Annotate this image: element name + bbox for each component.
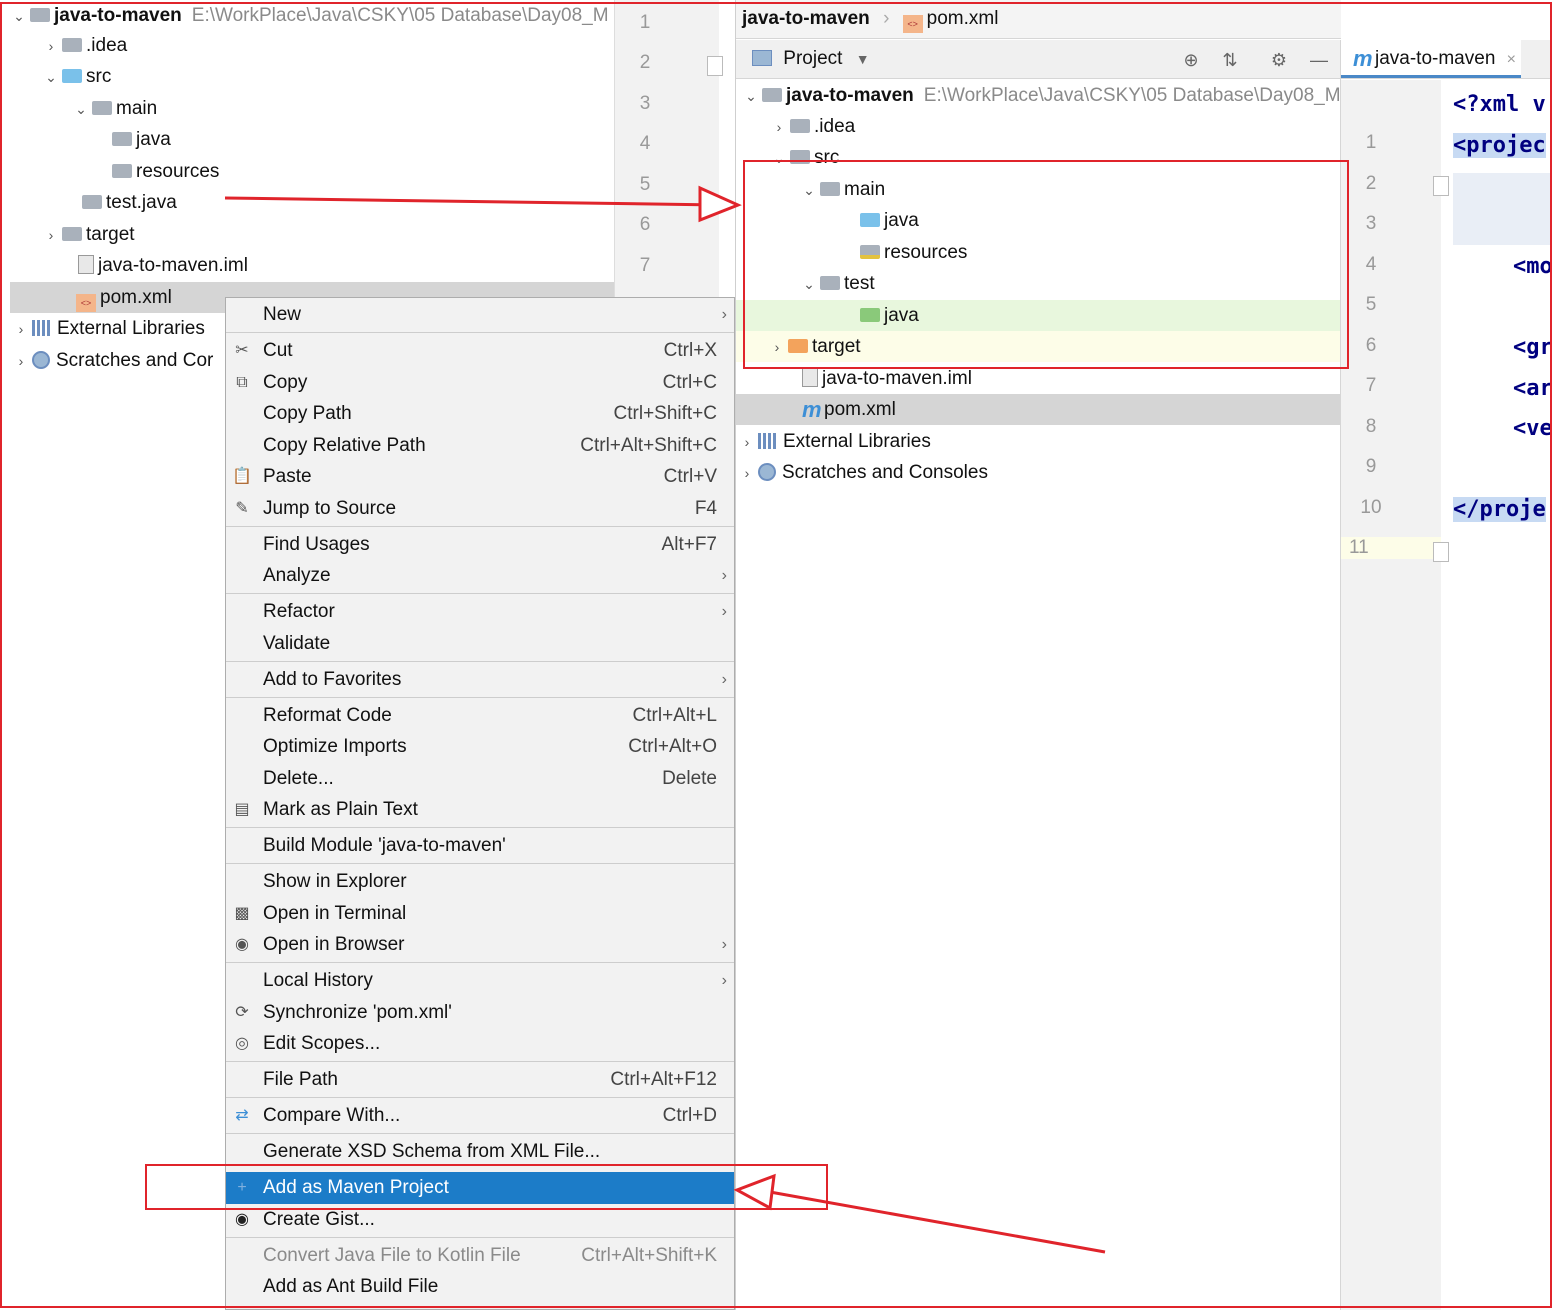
arrowhead-right-icon — [698, 185, 742, 223]
arrow-to-tree — [224, 196, 721, 207]
annotation-arrows — [224, 185, 1106, 1254]
arrowhead-left-icon — [733, 1173, 776, 1211]
arrow-to-menu-item — [769, 1190, 1106, 1254]
